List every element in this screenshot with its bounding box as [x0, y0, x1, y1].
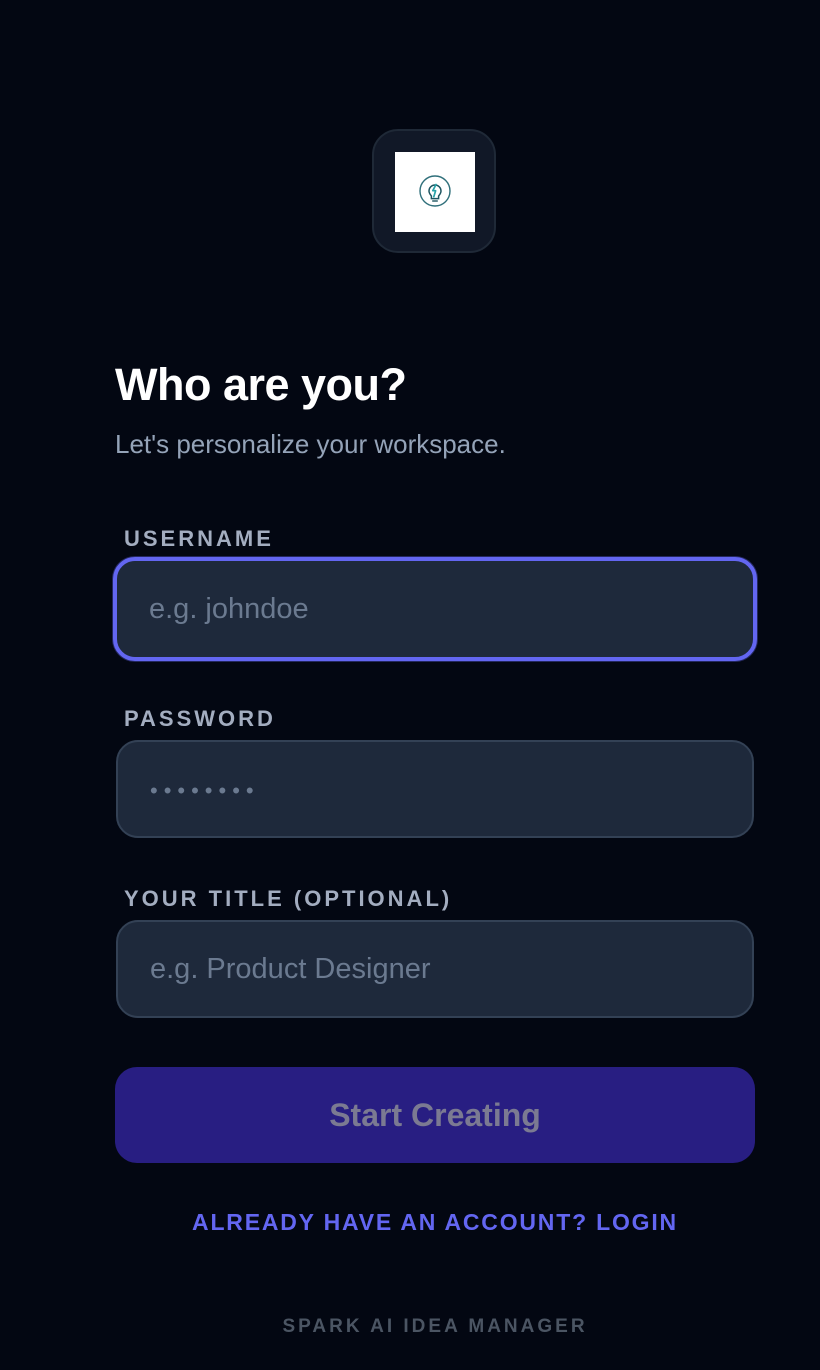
- logo-tile: [395, 152, 475, 232]
- password-input[interactable]: [116, 740, 754, 838]
- username-input[interactable]: [113, 557, 757, 661]
- footer-brand: SPARK AI IDEA MANAGER: [282, 1316, 588, 1337]
- title-label: YOUR TITLE (OPTIONAL): [124, 886, 453, 911]
- username-label: USERNAME: [124, 526, 274, 551]
- title-input[interactable]: [116, 920, 754, 1018]
- password-label: PASSWORD: [124, 706, 276, 731]
- page-title: Who are you?: [115, 359, 407, 410]
- start-creating-button[interactable]: Start Creating: [115, 1067, 755, 1163]
- page-subtitle: Let's personalize your workspace.: [115, 429, 506, 459]
- login-link[interactable]: ALREADY HAVE AN ACCOUNT? LOGIN: [115, 1208, 755, 1236]
- app-logo: [372, 129, 496, 253]
- lightbulb-bolt-icon: [419, 175, 451, 207]
